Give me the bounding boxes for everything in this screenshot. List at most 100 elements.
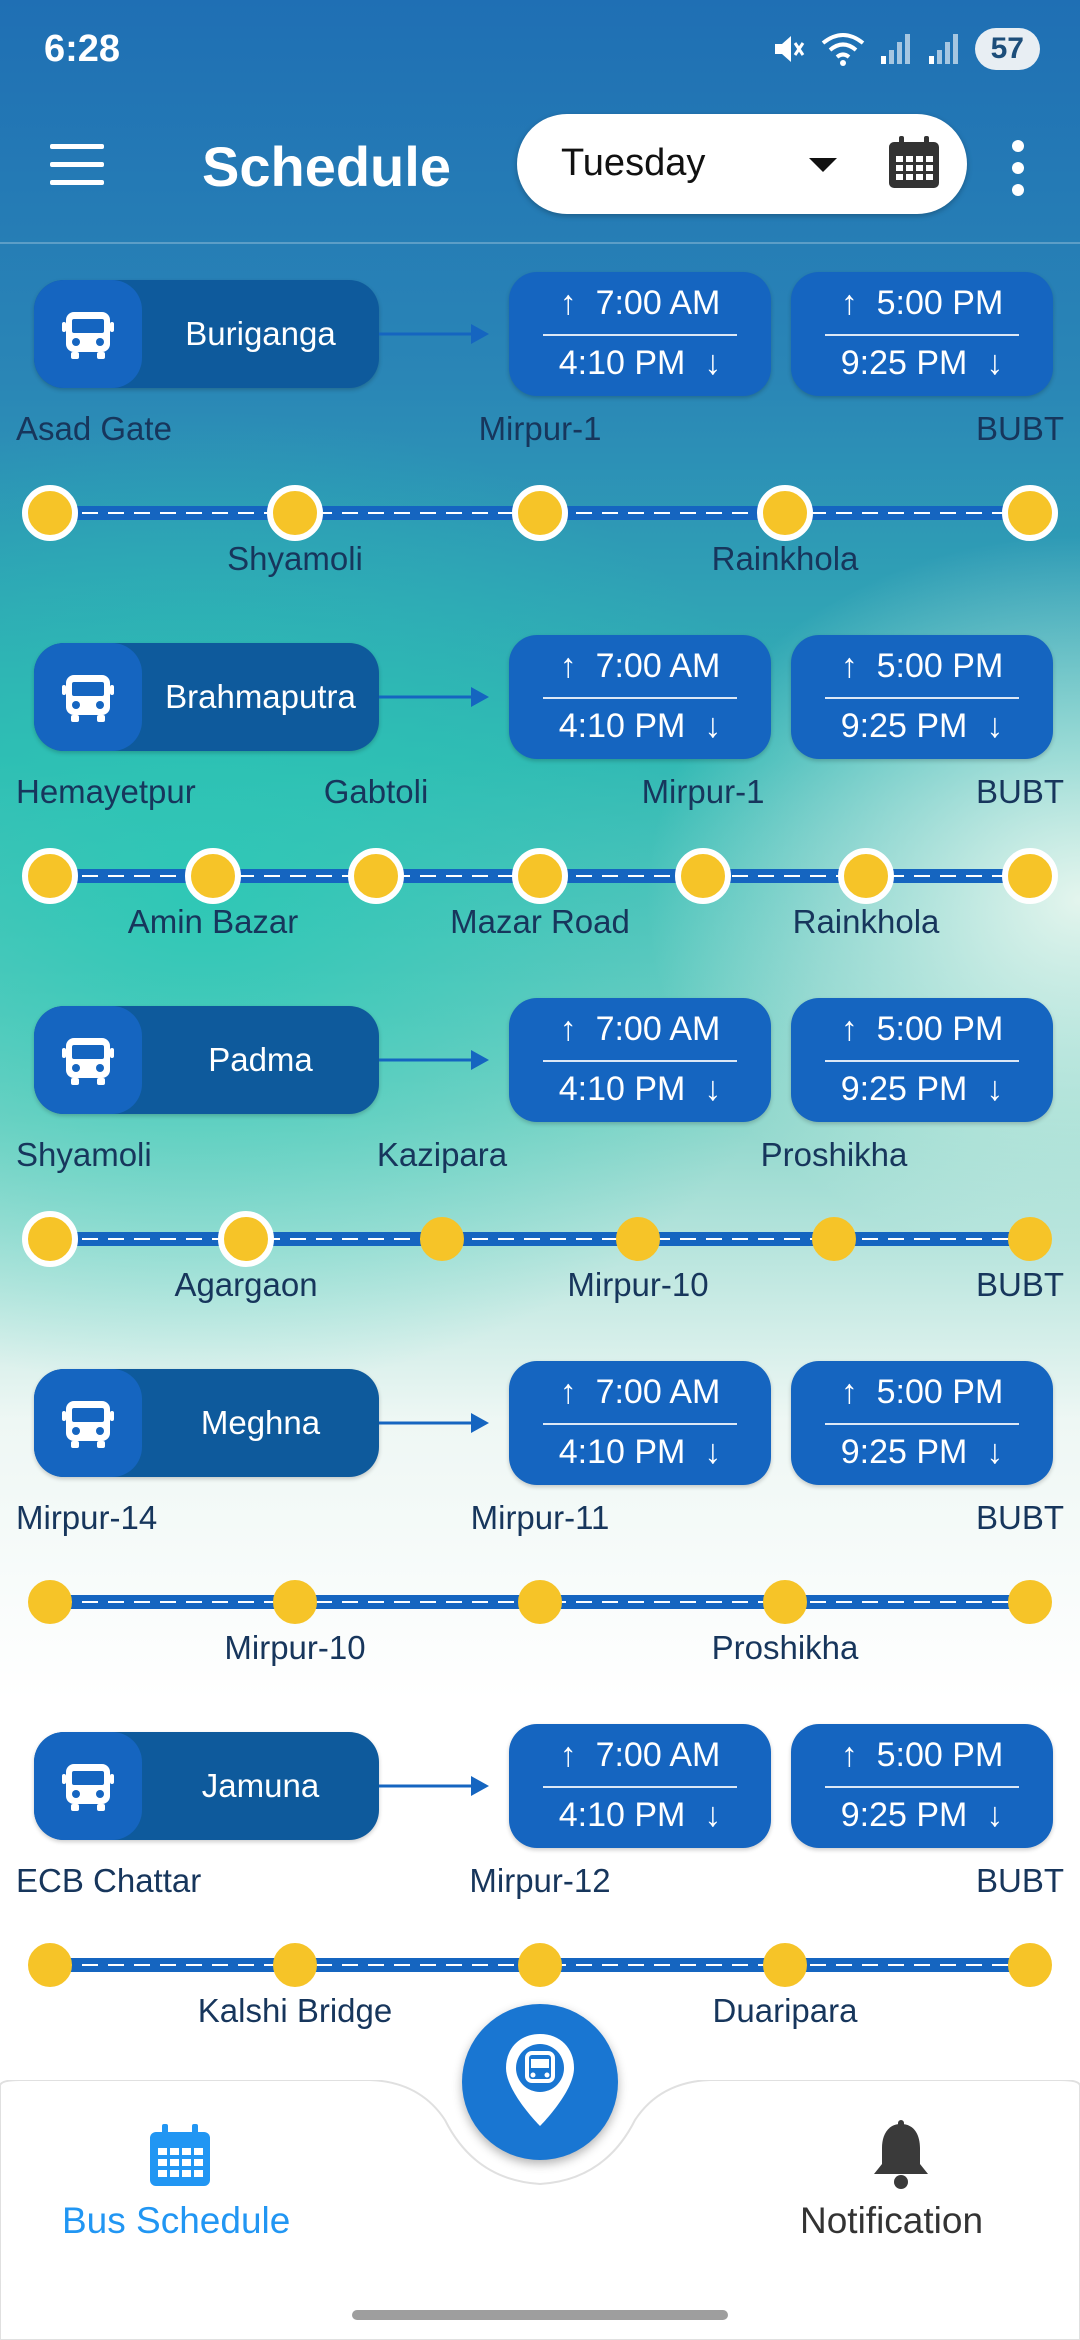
more-options-icon[interactable]	[1006, 140, 1030, 196]
down-time: 4:10 PM	[558, 1433, 686, 1471]
arrow-up-icon: ↑	[840, 1736, 858, 1774]
stop-name: BUBT	[975, 1862, 1064, 1899]
time-card[interactable]: ↑ 5:00 PM 9:25 PM ↓	[791, 1361, 1053, 1485]
time-card[interactable]: ↑ 5:00 PM 9:25 PM ↓	[791, 272, 1053, 396]
time-divider	[825, 1060, 1019, 1062]
bus-name-button[interactable]: Meghna	[34, 1369, 379, 1477]
up-time: 7:00 AM	[595, 1736, 721, 1774]
bus-name-button[interactable]: Buriganga	[34, 280, 379, 388]
stop-dot[interactable]	[1008, 1943, 1052, 1987]
route-track	[50, 1232, 1030, 1246]
stop-dot[interactable]	[1008, 1217, 1052, 1261]
stop-dot[interactable]	[28, 1943, 72, 1987]
stop-dot[interactable]	[28, 1580, 72, 1624]
time-card[interactable]: ↑ 7:00 AM 4:10 PM ↓	[509, 635, 771, 759]
stop-dot[interactable]	[22, 485, 78, 541]
bus-name-button[interactable]: Padma	[34, 1006, 379, 1114]
stop-dot[interactable]	[1008, 1580, 1052, 1624]
stop-dot[interactable]	[22, 848, 78, 904]
bus-name: Brahmaputra	[165, 678, 356, 715]
day-dropdown[interactable]: Tuesday	[517, 114, 967, 214]
down-time: 4:10 PM	[558, 344, 686, 382]
stop-dot[interactable]	[273, 1580, 317, 1624]
stop-dot[interactable]	[763, 1580, 807, 1624]
stop-name: Mirpur-11	[470, 1499, 610, 1536]
menu-icon[interactable]	[50, 144, 106, 188]
return-time: 4:10 PM ↓	[509, 342, 771, 384]
status-icons: 57	[771, 28, 1040, 70]
stop-dot[interactable]	[1002, 848, 1058, 904]
stop-name: Kazipara	[376, 1136, 508, 1173]
down-time: 4:10 PM	[558, 1796, 686, 1834]
time-card[interactable]: ↑ 5:00 PM 9:25 PM ↓	[791, 1724, 1053, 1848]
time-card[interactable]: ↑ 5:00 PM 9:25 PM ↓	[791, 998, 1053, 1122]
stop-dot[interactable]	[812, 1217, 856, 1261]
nav-bus-schedule[interactable]: Bus Schedule	[40, 2080, 320, 2270]
route-card: Buriganga ↑ 7:00 AM 4:10 PM ↓ ↑ 5:00 PM 9:25…	[0, 272, 1080, 643]
arrow-up-icon: ↑	[840, 1373, 858, 1411]
signal-icon-2	[928, 34, 958, 64]
bus-icon	[62, 1764, 114, 1811]
stop-dot[interactable]	[616, 1217, 660, 1261]
arrow-down-icon: ↓	[986, 1796, 1004, 1834]
stop-dot[interactable]	[267, 485, 323, 541]
stop-dot[interactable]	[512, 848, 568, 904]
stop-name: Proshikha	[711, 1629, 859, 1666]
stop-dot[interactable]	[518, 1580, 562, 1624]
return-time: 9:25 PM ↓	[791, 705, 1053, 747]
arrow-up-icon: ↑	[840, 284, 858, 322]
stop-dot[interactable]	[838, 848, 894, 904]
arrow-right-icon	[379, 1776, 489, 1796]
bus-name: Meghna	[200, 1404, 321, 1441]
departure-time: ↑ 7:00 AM	[509, 645, 771, 687]
stop-dot[interactable]	[1002, 485, 1058, 541]
bus-name-button[interactable]: Jamuna	[34, 1732, 379, 1840]
down-time: 9:25 PM	[840, 1070, 968, 1108]
stop-name: Mazar Road	[450, 903, 630, 940]
up-time: 7:00 AM	[595, 1373, 721, 1411]
up-time: 5:00 PM	[876, 1373, 1004, 1411]
stop-dot[interactable]	[273, 1943, 317, 1987]
bus-icon	[62, 675, 114, 722]
arrow-up-icon: ↑	[840, 1010, 858, 1048]
stop-dot[interactable]	[518, 1943, 562, 1987]
arrow-down-icon: ↓	[704, 707, 722, 745]
nav-notification-label: Notification	[800, 2200, 984, 2241]
departure-time: ↑ 7:00 AM	[509, 1734, 771, 1776]
time-card[interactable]: ↑ 7:00 AM 4:10 PM ↓	[509, 998, 771, 1122]
stop-dot[interactable]	[675, 848, 731, 904]
bus-icon	[62, 1401, 114, 1448]
stop-dot[interactable]	[185, 848, 241, 904]
down-time: 9:25 PM	[840, 1433, 968, 1471]
departure-time: ↑ 7:00 AM	[509, 1008, 771, 1050]
departure-time: ↑ 7:00 AM	[509, 282, 771, 324]
bottom-navigation: Bus Schedule Notification	[0, 2004, 1080, 2340]
stop-name: Rainkhola	[792, 903, 940, 940]
stop-dot[interactable]	[763, 1943, 807, 1987]
time-card[interactable]: ↑ 7:00 AM 4:10 PM ↓	[509, 1361, 771, 1485]
departure-time: ↑ 5:00 PM	[791, 1008, 1053, 1050]
down-time: 9:25 PM	[840, 707, 968, 745]
page-title: Schedule	[202, 135, 451, 198]
nav-notification[interactable]: Notification	[780, 2080, 1060, 2270]
stop-dot[interactable]	[348, 848, 404, 904]
time-card[interactable]: ↑ 7:00 AM 4:10 PM ↓	[509, 1724, 771, 1848]
time-card[interactable]: ↑ 5:00 PM 9:25 PM ↓	[791, 635, 1053, 759]
stop-name: Shyamoli	[227, 540, 363, 577]
stop-dot[interactable]	[22, 1211, 78, 1267]
stop-dot[interactable]	[218, 1211, 274, 1267]
stop-dot[interactable]	[757, 485, 813, 541]
time-card[interactable]: ↑ 7:00 AM 4:10 PM ↓	[509, 272, 771, 396]
home-indicator[interactable]	[352, 2310, 728, 2320]
route-card: Meghna ↑ 7:00 AM 4:10 PM ↓ ↑ 5:00 PM 9:25 PM…	[0, 1361, 1080, 1732]
arrow-down-icon: ↓	[986, 707, 1004, 745]
departure-time: ↑ 5:00 PM	[791, 1371, 1053, 1413]
bus-name-button[interactable]: Brahmaputra	[34, 643, 379, 751]
stop-dot[interactable]	[420, 1217, 464, 1261]
bus-location-button[interactable]	[462, 2004, 618, 2160]
time-divider	[825, 1786, 1019, 1788]
wifi-icon	[821, 33, 864, 66]
bus-icon-box	[34, 280, 142, 388]
stop-dot[interactable]	[512, 485, 568, 541]
calendar-icon[interactable]	[885, 134, 943, 192]
